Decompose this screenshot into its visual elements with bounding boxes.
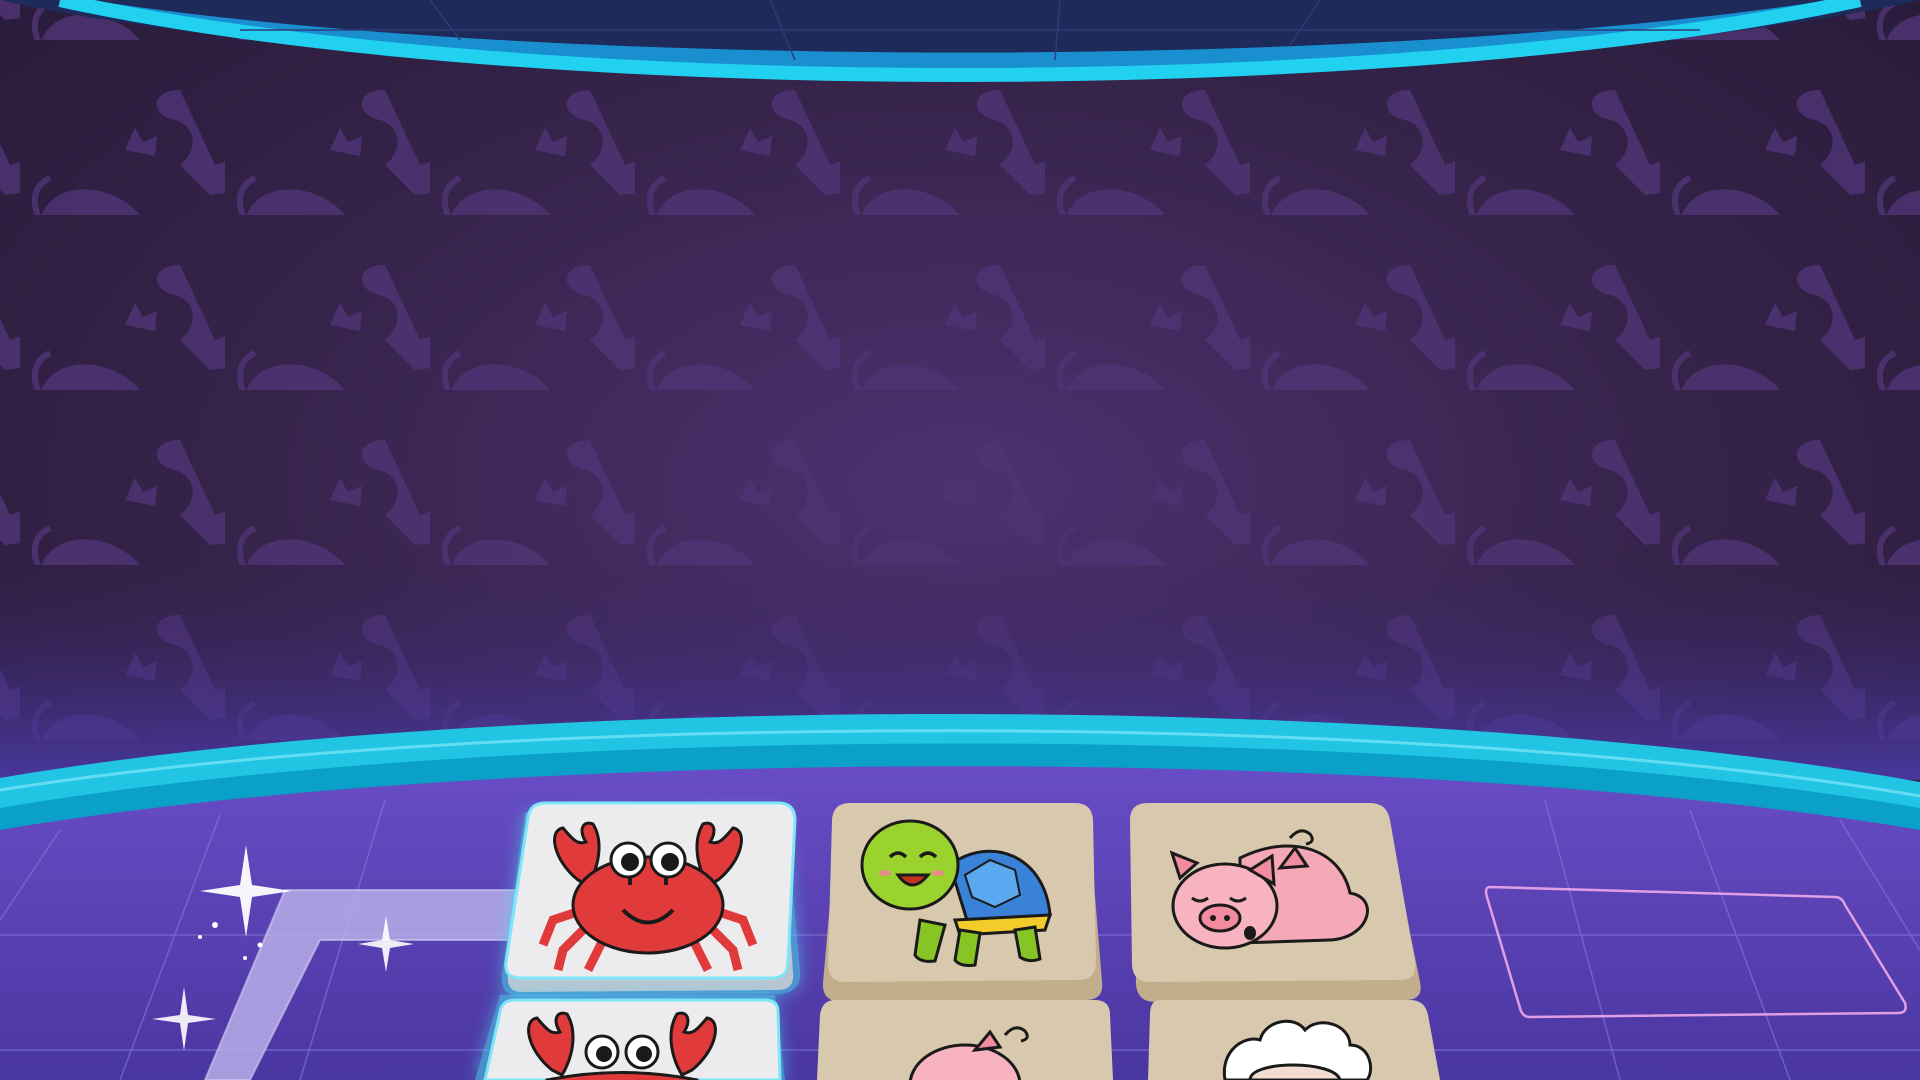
tile-sheep[interactable] (1148, 1000, 1440, 1080)
tile-crab-selected[interactable] (501, 801, 801, 996)
tile-pig[interactable] (1130, 803, 1421, 1002)
tile-board (475, 801, 1440, 1080)
tile-pig-2[interactable] (817, 1000, 1113, 1080)
tile-turtle[interactable] (822, 803, 1103, 1002)
game-scene (0, 0, 1920, 1080)
tile-crab-selected-2[interactable] (475, 995, 785, 1080)
